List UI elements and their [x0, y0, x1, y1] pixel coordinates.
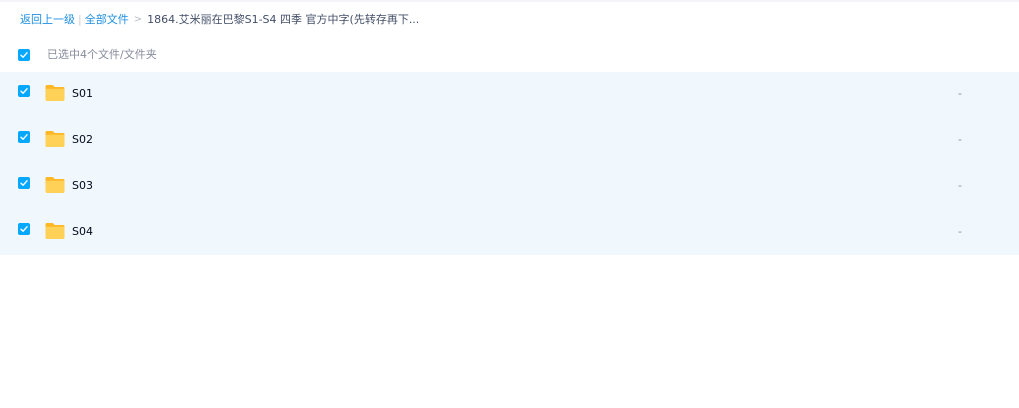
current-folder-name: 1864.艾米丽在巴黎S1-S4 四季 官方中字(先转存再下...	[147, 13, 420, 26]
checkmark-icon	[20, 134, 28, 140]
file-row-s04[interactable]: S04 -	[0, 210, 1019, 256]
file-row-s03[interactable]: S03 -	[0, 164, 1019, 210]
back-link[interactable]: 返回上一级	[20, 12, 75, 28]
file-size: -	[958, 179, 962, 192]
checkmark-icon	[20, 180, 28, 186]
file-size: -	[958, 87, 962, 100]
row-checkbox[interactable]	[18, 85, 30, 97]
selection-summary: 已选中4个文件/文件夹	[47, 48, 157, 61]
file-row-s02[interactable]: S02 -	[0, 118, 1019, 164]
checkmark-icon	[20, 226, 28, 232]
file-name[interactable]: S01	[72, 87, 93, 101]
file-size: -	[958, 133, 962, 146]
folder-icon	[45, 177, 65, 193]
select-all-bar: 已选中4个文件/文件夹	[18, 48, 157, 62]
select-all-checkbox[interactable]	[18, 49, 30, 61]
breadcrumb-separator-arrow: >	[133, 14, 143, 25]
folder-icon	[45, 131, 65, 147]
file-size: -	[958, 225, 962, 238]
file-name[interactable]: S03	[72, 179, 93, 193]
file-name[interactable]: S02	[72, 133, 93, 147]
row-checkbox[interactable]	[18, 177, 30, 189]
folder-icon	[45, 223, 65, 239]
checkmark-icon	[20, 52, 28, 58]
file-browser-page: 返回上一级 | 全部文件 > 1864.艾米丽在巴黎S1-S4 四季 官方中字(…	[0, 0, 1019, 408]
folder-icon	[45, 85, 65, 101]
file-name[interactable]: S04	[72, 225, 93, 239]
file-row-s01[interactable]: S01 -	[0, 72, 1019, 118]
top-divider	[0, 0, 1019, 2]
checkmark-icon	[20, 88, 28, 94]
breadcrumb: 返回上一级 | 全部文件 > 1864.艾米丽在巴黎S1-S4 四季 官方中字(…	[20, 12, 419, 28]
all-files-link[interactable]: 全部文件	[85, 12, 129, 28]
breadcrumb-separator-bar: |	[78, 13, 82, 26]
row-checkbox[interactable]	[18, 223, 30, 235]
file-list: S01 - S02 - S03 - S04 -	[0, 72, 1019, 255]
row-checkbox[interactable]	[18, 131, 30, 143]
